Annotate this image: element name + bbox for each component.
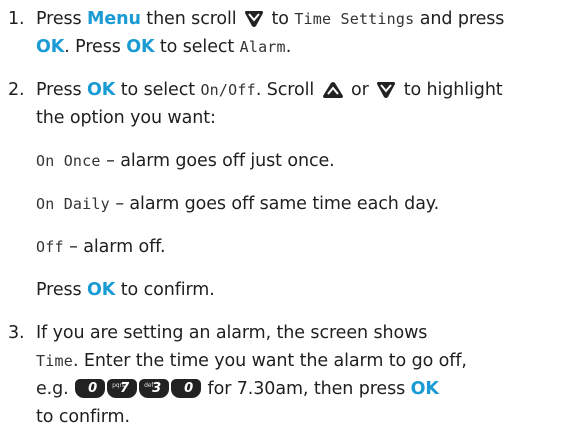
lcd-off: Off bbox=[36, 238, 64, 256]
lcd-alarm: Alarm bbox=[239, 38, 286, 56]
text: . Press bbox=[64, 37, 127, 57]
step-2-confirm: Press OK to confirm. bbox=[36, 277, 215, 303]
ok-key-label: OK bbox=[126, 37, 155, 57]
option-description: – alarm off. bbox=[63, 237, 166, 257]
scroll-down-key-icon bbox=[377, 82, 396, 98]
step-3-line-1: If you are setting an alarm, the screen … bbox=[36, 320, 427, 346]
instruction-page: 1. Press Menu then scroll to Time Settin… bbox=[0, 0, 578, 438]
text: and press bbox=[414, 9, 505, 29]
step-2-line-2: the option you want: bbox=[36, 105, 216, 131]
text: for 7.30am, then press bbox=[202, 379, 411, 399]
text: to select bbox=[154, 37, 240, 57]
ok-key-label: OK bbox=[410, 379, 439, 399]
step-1-line-1: Press Menu then scroll to Time Settings … bbox=[36, 6, 504, 32]
ok-key-label: OK bbox=[36, 37, 65, 57]
ok-key-label: OK bbox=[87, 80, 116, 100]
option-on-once: On Once – alarm goes off just once. bbox=[36, 148, 335, 174]
text: . Enter the time you want the alarm to g… bbox=[72, 351, 467, 371]
key-0-icon: 0 bbox=[171, 379, 202, 398]
ok-key-label: OK bbox=[87, 280, 116, 300]
key-digit: 0 bbox=[88, 381, 98, 396]
step-3-line-3: e.g. 0 pqrs 7 def 3 0 for 7.30am, then press … bbox=[36, 376, 439, 402]
step-number: 2. bbox=[8, 80, 25, 100]
option-description: – alarm goes off just once. bbox=[100, 151, 335, 171]
text: If you are setting an alarm, the screen … bbox=[36, 323, 428, 343]
option-on-daily: On Daily – alarm goes off same time each… bbox=[36, 191, 439, 217]
option-off: Off – alarm off. bbox=[36, 234, 166, 260]
scroll-down-key-icon bbox=[245, 11, 264, 27]
text: or bbox=[345, 80, 375, 100]
text: the option you want: bbox=[36, 108, 216, 128]
step-1-line-2: OK. Press OK to select Alarm. bbox=[36, 34, 291, 60]
menu-key-label: Menu bbox=[87, 9, 141, 29]
lcd-on-once: On Once bbox=[36, 152, 101, 170]
step-3-line-4: to confirm. bbox=[36, 404, 130, 430]
step-3-line-2: Time. Enter the time you want the alarm … bbox=[36, 348, 467, 374]
lcd-on-off: On/Off bbox=[200, 81, 256, 99]
text: then scroll bbox=[140, 9, 243, 29]
text: Press bbox=[36, 280, 88, 300]
text: e.g. bbox=[36, 379, 75, 399]
key-digit: 7 bbox=[120, 381, 130, 396]
text: . Scroll bbox=[255, 80, 320, 100]
text: . bbox=[285, 37, 292, 57]
step-number: 1. bbox=[8, 9, 25, 29]
step-number: 3. bbox=[8, 323, 25, 343]
text: Press bbox=[36, 80, 88, 100]
key-7-icon: pqrs 7 bbox=[107, 379, 138, 398]
scroll-up-key-icon bbox=[322, 82, 343, 98]
key-digit: 3 bbox=[152, 381, 162, 396]
text: to bbox=[266, 9, 295, 29]
text: to confirm. bbox=[36, 407, 130, 427]
step-2-line-1: Press OK to select On/Off. Scroll or to … bbox=[36, 77, 503, 103]
lcd-on-daily: On Daily bbox=[36, 195, 110, 213]
key-3-icon: def 3 bbox=[139, 379, 170, 398]
key-0-icon: 0 bbox=[75, 379, 106, 398]
key-digit: 0 bbox=[184, 381, 194, 396]
option-description: – alarm goes off same time each day. bbox=[109, 194, 440, 214]
text: to select bbox=[115, 80, 201, 100]
lcd-time-settings: Time Settings bbox=[294, 10, 415, 28]
text: to highlight bbox=[398, 80, 503, 100]
text: to confirm. bbox=[115, 280, 215, 300]
text: Press bbox=[36, 9, 88, 29]
lcd-time: Time bbox=[36, 352, 73, 370]
